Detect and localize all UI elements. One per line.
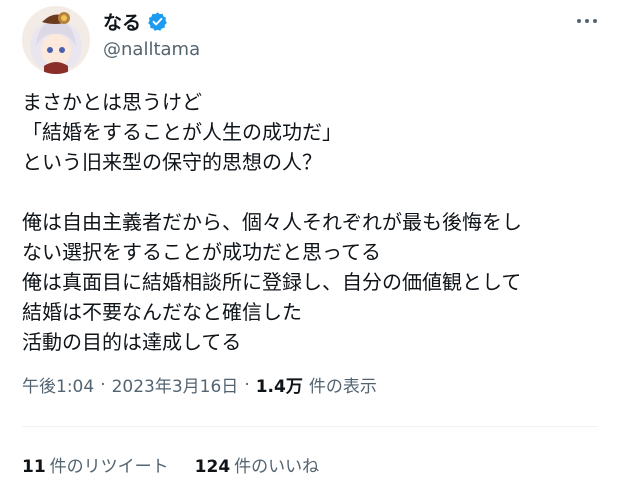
more-icon[interactable] [570, 8, 604, 34]
retweets-stat[interactable]: 11 件のリツイート [22, 452, 169, 477]
views-count: 1.4万 [255, 377, 303, 397]
engagement-stats: 11 件のリツイート 124 件のいいね [22, 452, 345, 477]
tweet-line: 俺は真面目に結婚相談所に登録し、自分の価値観として [22, 270, 522, 294]
verified-badge-icon [147, 11, 168, 32]
tweet-line: まさかとは思うけど [22, 90, 202, 114]
tweet-line: 俺は自由主義者だから、個々人それぞれが最も後悔をし [22, 210, 522, 234]
likes-label: 件のいいね [234, 457, 320, 477]
tweet-date[interactable]: 2023年3月16日 [112, 372, 239, 397]
likes-stat[interactable]: 124 件のいいね [195, 452, 320, 477]
likes-count: 124 [194, 457, 231, 477]
display-name[interactable]: なる [103, 8, 141, 35]
meta-separator: · [244, 374, 250, 395]
tweet-line [22, 177, 607, 207]
tweet-line: という旧来型の保守的思想の人？ [22, 150, 322, 174]
tweet-line: 結婚は不要なんだなと確信した [22, 300, 302, 324]
tweet-text: まさかとは思うけど 「結婚をすることが人生の成功だ」 という旧来型の保守的思想の… [22, 87, 607, 357]
tweet-time[interactable]: 午後1:04 [22, 372, 94, 397]
tweet-meta: 午後1:04 · 2023年3月16日 · 1.4万 件の表示 [22, 372, 377, 398]
avatar[interactable] [22, 6, 90, 74]
retweets-label: 件のリツイート [49, 457, 169, 477]
author-name-row[interactable]: なる [103, 8, 168, 35]
author-handle[interactable]: @nalltama [103, 39, 200, 60]
tweet-line: 「結婚をすることが人生の成功だ」 [22, 120, 342, 144]
tweet-line: ない選択をすることが成功だと思ってる [22, 240, 381, 264]
avatar-image [22, 6, 90, 74]
retweets-count: 11 [22, 457, 46, 477]
meta-separator: · [100, 374, 106, 395]
views-label: 件の表示 [308, 377, 377, 397]
divider [22, 426, 598, 427]
tweet-line: 活動の目的は達成してる [22, 330, 242, 354]
